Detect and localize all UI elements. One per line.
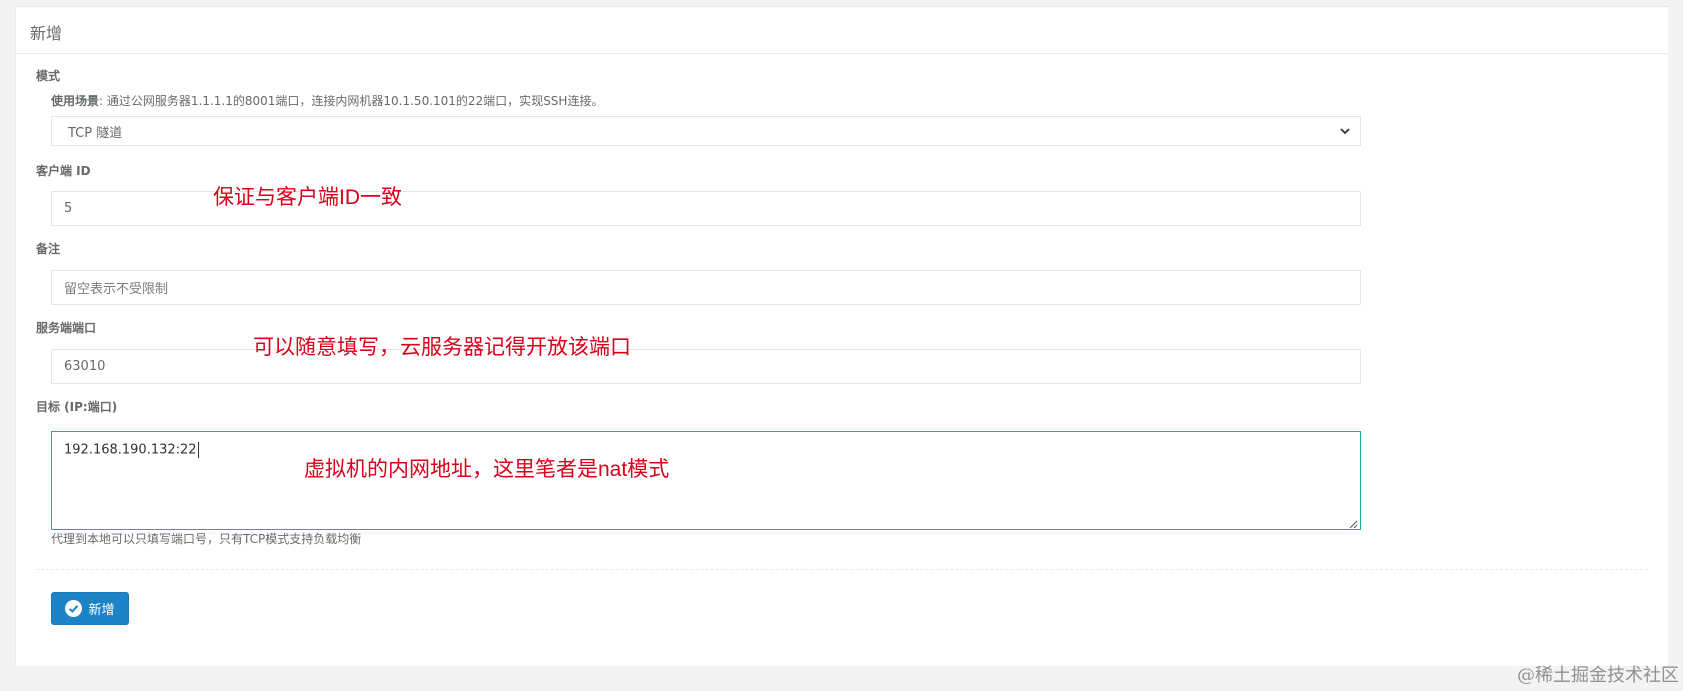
server-port-label: 服务端端口 (36, 321, 97, 335)
client-id-value: 5 (64, 201, 73, 216)
remark-label: 备注 (36, 242, 61, 256)
target-label: 目标 (IP:端口) (36, 400, 118, 414)
form-divider (36, 569, 1648, 570)
server-port-annotation: 可以随意填写，云服务器记得开放该端口 (253, 336, 631, 359)
mode-select[interactable]: TCP 隧道 (51, 116, 1361, 146)
mode-hint-text: : 通过公网服务器1.1.1.1的8001端口，连接内网机器10.1.50.10… (99, 94, 604, 108)
mode-hint-prefix: 使用场景 (51, 94, 100, 108)
client-id-annotation: 保证与客户端ID一致 (213, 186, 402, 209)
panel-header: 新增 (16, 7, 1668, 54)
watermark: @稀土掘金技术社区 (1517, 665, 1679, 686)
resize-grip-icon[interactable] (1349, 518, 1358, 529)
text-caret (197, 442, 199, 458)
page-title: 新增 (30, 24, 63, 43)
target-value: 192.168.190.132:22 (64, 442, 197, 458)
target-textarea[interactable]: 192.168.190.132:22 (51, 431, 1361, 530)
chevron-down-icon (1338, 124, 1352, 138)
remark-input[interactable]: 留空表示不受限制 (51, 270, 1361, 305)
check-circle-icon (65, 600, 83, 617)
mode-hint: 使用场景: 通过公网服务器1.1.1.1的8001端口，连接内网机器10.1.5… (51, 92, 603, 109)
server-port-value: 63010 (64, 359, 106, 374)
mode-selected-value: TCP 隧道 (68, 125, 123, 141)
client-id-label: 客户端 ID (36, 164, 91, 178)
mode-label: 模式 (36, 69, 61, 83)
remark-placeholder: 留空表示不受限制 (64, 282, 169, 297)
target-annotation: 虚拟机的内网地址，这里笔者是nat模式 (304, 458, 670, 481)
submit-label: 新增 (88, 602, 115, 617)
target-help: 代理到本地可以只填写端口号，只有TCP模式支持负载均衡 (51, 532, 362, 546)
submit-button[interactable]: 新增 (51, 592, 129, 625)
server-port-input[interactable]: 63010 (51, 349, 1361, 384)
